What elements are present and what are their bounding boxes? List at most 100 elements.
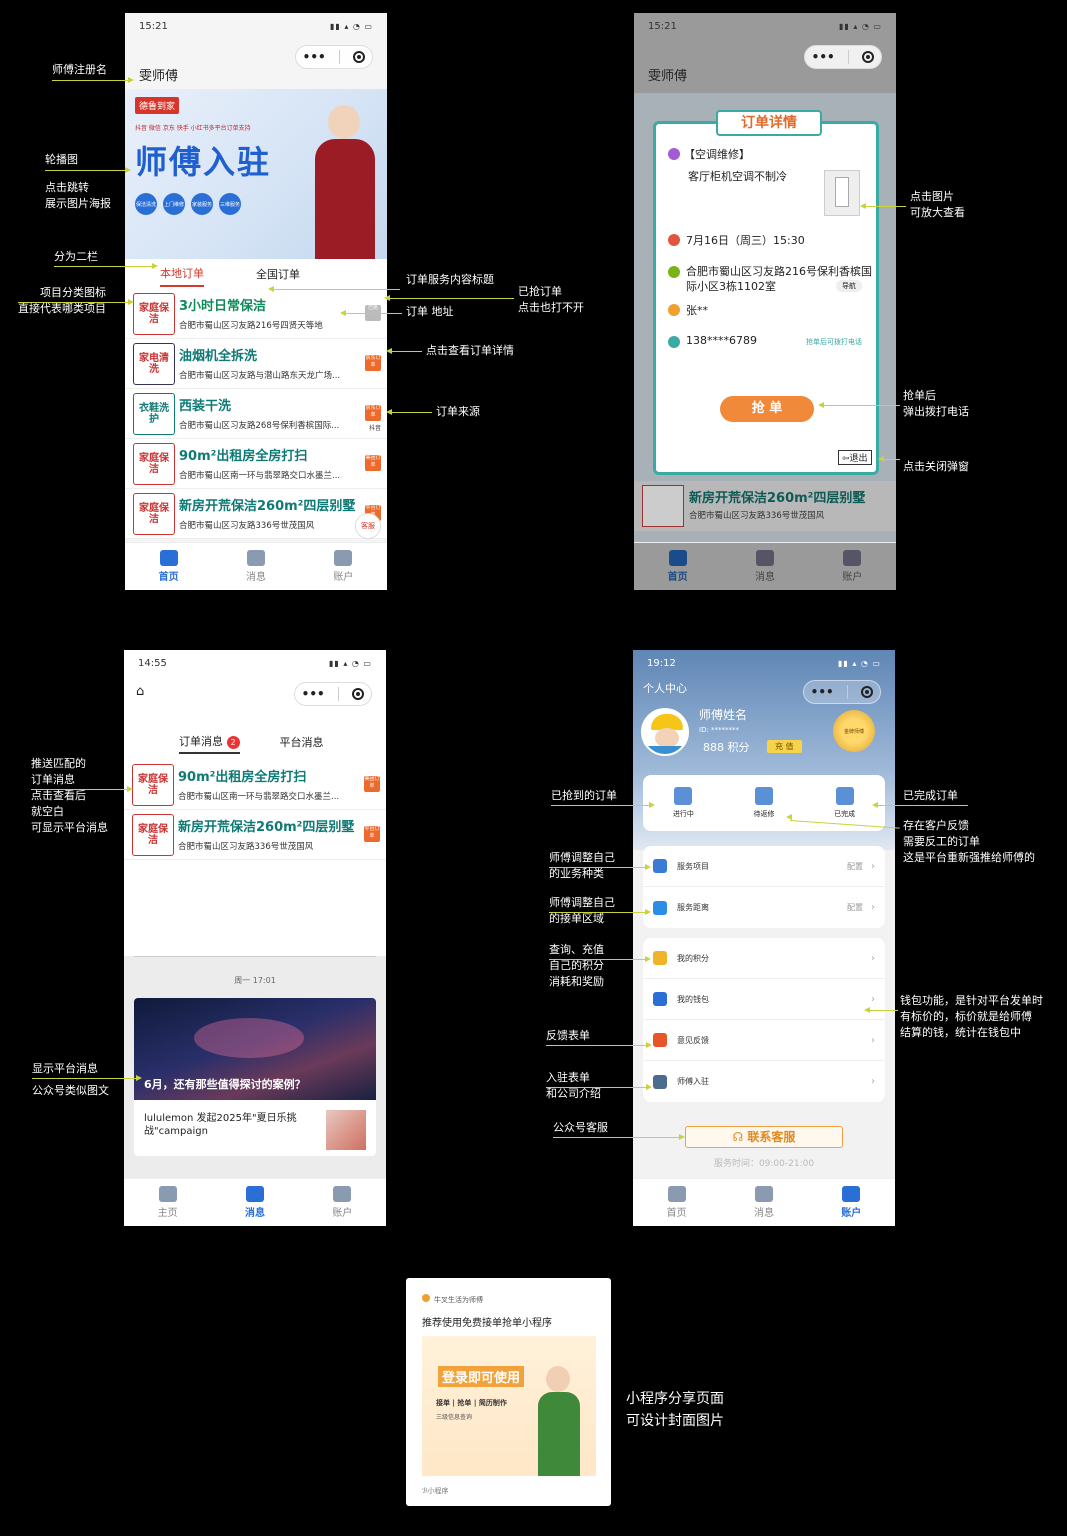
contact-service-button[interactable]: ☊ 联系客服	[685, 1126, 843, 1148]
more-icon[interactable]: •••	[811, 685, 834, 699]
menu-label: 我的钱包	[677, 994, 709, 1004]
navigate-button[interactable]: 导航	[836, 280, 862, 292]
tab-order-messages[interactable]: 订单消息 2	[179, 730, 240, 754]
menu-join[interactable]: 师傅入驻 ›	[643, 1061, 885, 1102]
annotation: 已完成订单	[903, 789, 958, 802]
tab-home[interactable]: 首页	[633, 1179, 720, 1226]
share-worker-image	[534, 1366, 584, 1476]
tab-platform-messages[interactable]: 平台消息	[280, 734, 324, 750]
menu-my-wallet[interactable]: 我的钱包 ›	[643, 979, 885, 1020]
home-icon[interactable]: ⌂	[136, 684, 144, 699]
order-item[interactable]: 家庭保洁新房开荒保洁260m²四层别墅合肥市蜀山区习友路336号世茂国风平台订单	[124, 810, 386, 860]
tab-home[interactable]: 主页	[124, 1179, 211, 1226]
more-icon[interactable]: •••	[302, 687, 325, 701]
close-mini-icon[interactable]	[352, 688, 365, 700]
tab-account[interactable]: 账户	[300, 543, 387, 590]
annotation: 已抢到的订单	[551, 789, 617, 802]
location-icon	[653, 900, 667, 915]
close-mini-icon[interactable]	[862, 51, 875, 63]
signal-icons: ▮▮ ▴ ◔ ▭	[330, 21, 373, 31]
screen-profile: 19:12 ▮▮ ▴ ◔ ▭ 个人中心 ••• 师傅姓名 ID: ********…	[633, 650, 895, 1226]
share-footer: ℬ小程序	[422, 1486, 449, 1496]
status-completed[interactable]: 已完成	[834, 787, 855, 819]
platform-message-area: 周一 17:01 6月，还有那些值得探讨的案例？ lululemon 发起202…	[124, 956, 386, 1178]
menu-service-distance[interactable]: 服务距离 配置 ›	[643, 887, 885, 928]
banner-worker-image	[310, 99, 380, 259]
menu-value: 配置	[847, 861, 863, 871]
mini-program-capsule[interactable]: •••	[295, 45, 373, 69]
wallet-icon	[842, 1186, 861, 1202]
menu-my-points[interactable]: 我的积分 ›	[643, 938, 885, 979]
screen-home: 15:21 ▮▮ ▴ ◔ ▭ 雯师傅 ••• 德鲁到家 抖音 微信 京东 快手 …	[125, 13, 387, 590]
phone-icon	[668, 336, 680, 348]
annotation: 点击关闭弹窗	[903, 460, 969, 473]
mini-program-capsule[interactable]: •••	[803, 680, 881, 704]
tab-bar: 首页 消息 账户	[633, 1178, 895, 1226]
share-features: 接单 | 抢单 | 简历制作	[436, 1399, 507, 1407]
message-time: 周一 17:01	[234, 976, 276, 985]
tab-national-orders[interactable]: 全国订单	[256, 266, 300, 282]
annotation: 已抢订单 点击也打不开	[518, 285, 584, 314]
tab-account[interactable]: 账户	[809, 543, 896, 590]
article-thumbnail	[326, 1110, 366, 1150]
category-icon: 家庭保洁	[133, 493, 175, 535]
mini-program-capsule[interactable]: •••	[294, 682, 372, 706]
order-item[interactable]: 家庭保洁新房开荒保洁260m²四层别墅合肥市蜀山区习友路336号世茂国风平台订单	[125, 489, 387, 539]
user-name: 师傅姓名	[699, 708, 748, 722]
tab-home-label: 首页	[666, 1208, 687, 1219]
order-item[interactable]: 家庭保洁 90m²出租房全房打扫 合肥市蜀山区南一环与翡翠路交口水墨兰... 美团订单	[125, 439, 387, 489]
tab-messages[interactable]: 消息	[721, 543, 808, 590]
share-banner: 登录即可使用	[438, 1366, 525, 1387]
recharge-button[interactable]: 充 值	[767, 740, 802, 753]
article-title: 6月，还有那些值得探讨的案例？	[144, 1078, 306, 1091]
order-tabs: 本地订单 全国订单	[125, 259, 387, 289]
chevron-right-icon: ›	[871, 902, 875, 913]
order-item[interactable]: 家电清洗 油烟机全拆洗 合肥市蜀山区习友路与潜山路东天龙广场... 京东订单	[125, 339, 387, 389]
exit-button[interactable]: ⇦退出	[838, 450, 872, 465]
order-item[interactable]: 衣鞋洗护 西装干洗 合肥市蜀山区习友路268号保利香槟国际... 京东订单 抖音	[125, 389, 387, 439]
tab-account[interactable]: 账户	[299, 1179, 386, 1226]
article-card[interactable]: 6月，还有那些值得探讨的案例？ lululemon 发起2025年"夏日乐挑战"…	[134, 998, 376, 1156]
menu-feedback[interactable]: 意见反馈 ›	[643, 1020, 885, 1061]
grab-order-button[interactable]: 抢 单	[720, 396, 814, 422]
order-source-text: 抖音	[368, 425, 381, 432]
close-mini-icon[interactable]	[353, 51, 366, 63]
status-in-progress-label: 进行中	[672, 810, 694, 818]
order-item[interactable]: 家庭保洁 90m²出租房全房打扫 合肥市蜀山区南一环与翡翠路交口水墨兰... 美团订单	[124, 760, 386, 810]
tab-messages[interactable]: 消息	[720, 1179, 807, 1226]
more-icon[interactable]: •••	[303, 50, 326, 64]
menu-service-items[interactable]: 服务项目 配置 ›	[643, 846, 885, 887]
annotation: 推送匹配的 订单消息 点击查看后 就空白 可显示平台消息	[31, 757, 108, 834]
close-mini-icon[interactable]	[861, 686, 874, 698]
chevron-right-icon: ›	[871, 1076, 875, 1087]
tab-account[interactable]: 账户	[808, 1179, 895, 1226]
tab-bar: 主页 消息 账户	[124, 1178, 386, 1226]
order-photo[interactable]	[824, 170, 860, 216]
annotation: 存在客户反馈 需要反工的订单 这是平台重新强推给师傅的	[903, 819, 1035, 864]
avatar[interactable]	[641, 708, 689, 756]
menu-label: 服务项目	[677, 861, 709, 871]
customer-service-button[interactable]: 客服	[355, 513, 381, 539]
tab-local-orders[interactable]: 本地订单	[160, 261, 204, 287]
share-title: 推荐使用免费接单抢单小程序	[422, 1318, 552, 1329]
order-item[interactable]: 家庭保洁 3小时日常保洁 合肥市蜀山区习友路216号四贤天等地 已抢	[125, 289, 387, 339]
tab-home[interactable]: 首页	[634, 543, 721, 590]
tab-account-label: 账户	[842, 572, 863, 583]
status-in-progress[interactable]: 进行中	[673, 787, 694, 819]
tab-home[interactable]: 首页	[125, 543, 212, 590]
people-icon	[246, 550, 265, 566]
status-bar: 15:21 ▮▮ ▴ ◔ ▭	[634, 13, 896, 39]
status-pending-repair[interactable]: 待返修	[753, 787, 774, 819]
modal-customer-name: 张**	[686, 304, 708, 317]
chevron-right-icon: ›	[871, 993, 875, 1005]
banner-carousel[interactable]: 德鲁到家 抖音 微信 京东 快手 小红书多平台订单支持 师傅入驻 保洁清洗 上门…	[125, 89, 387, 259]
mini-program-capsule[interactable]: •••	[804, 45, 882, 69]
tab-messages[interactable]: 消息	[212, 543, 299, 590]
tab-messages[interactable]: 消息	[211, 1179, 298, 1226]
category-icon: 家庭保洁	[132, 764, 174, 806]
annotation: 轮播图	[45, 153, 78, 166]
share-cover[interactable]: 登录即可使用 接单 | 抢单 | 简历制作 三级信息查询	[422, 1336, 596, 1476]
wallet-icon	[653, 992, 667, 1006]
modal-phone: 138****6789	[686, 334, 757, 347]
more-icon[interactable]: •••	[812, 50, 835, 64]
